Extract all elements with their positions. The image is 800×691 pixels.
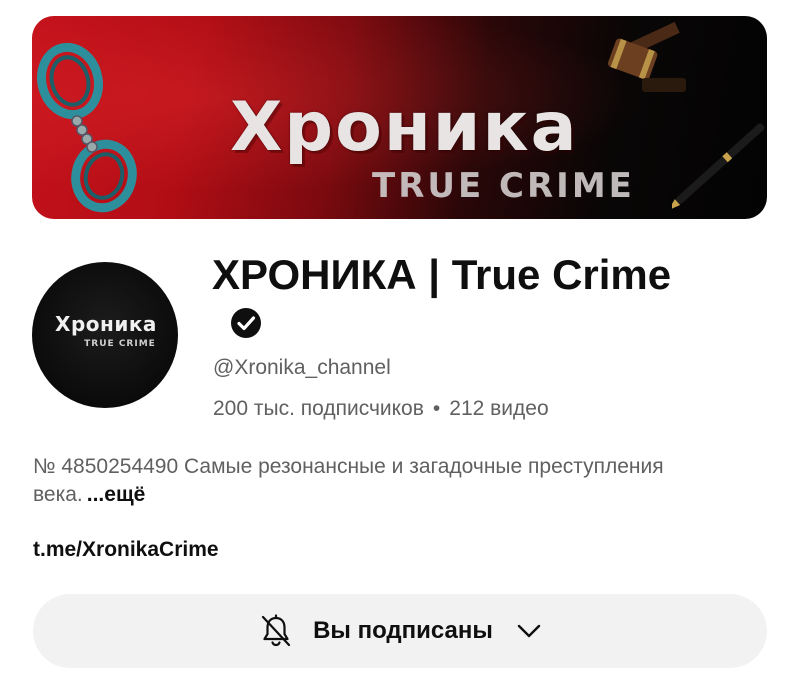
subscriber-count: 200 тыс. подписчиков	[213, 397, 424, 420]
avatar-subtitle: TRUE CRIME	[84, 339, 156, 349]
chevron-down-icon	[517, 624, 541, 638]
gavel-icon	[608, 21, 686, 92]
avatar-title: Хроника	[55, 312, 157, 336]
subscribed-label: Вы подписаны	[313, 617, 493, 644]
stats-separator: •	[432, 397, 441, 420]
bell-off-icon	[261, 614, 291, 647]
channel-banner: Хроника TRUE CRIME	[32, 16, 767, 219]
description-more-link[interactable]: ...ещё	[87, 483, 146, 506]
channel-handle: @Xronika_channel	[213, 356, 391, 379]
channel-stats: 200 тыс. подписчиков • 212 видео	[213, 396, 549, 421]
video-count: 212 видео	[449, 397, 549, 420]
channel-external-link[interactable]: t.me/XronikaCrime	[33, 537, 219, 562]
subscribed-button[interactable]: Вы подписаны	[33, 594, 767, 668]
verified-check-icon	[231, 308, 261, 338]
banner-subtitle: TRUE CRIME	[372, 166, 635, 206]
channel-avatar[interactable]: Хроника TRUE CRIME	[32, 262, 178, 408]
channel-description[interactable]: № 4850254490 Самые резонансные и загадоч…	[33, 453, 683, 509]
banner-title: Хроника	[230, 88, 579, 167]
channel-name: ХРОНИКА | True Crime	[212, 251, 672, 298]
pen-icon	[672, 123, 765, 211]
channel-header: Хроника TRUE CRIME Хроника TRUE CRIME ХР…	[0, 0, 800, 691]
handcuffs-icon	[37, 42, 137, 213]
